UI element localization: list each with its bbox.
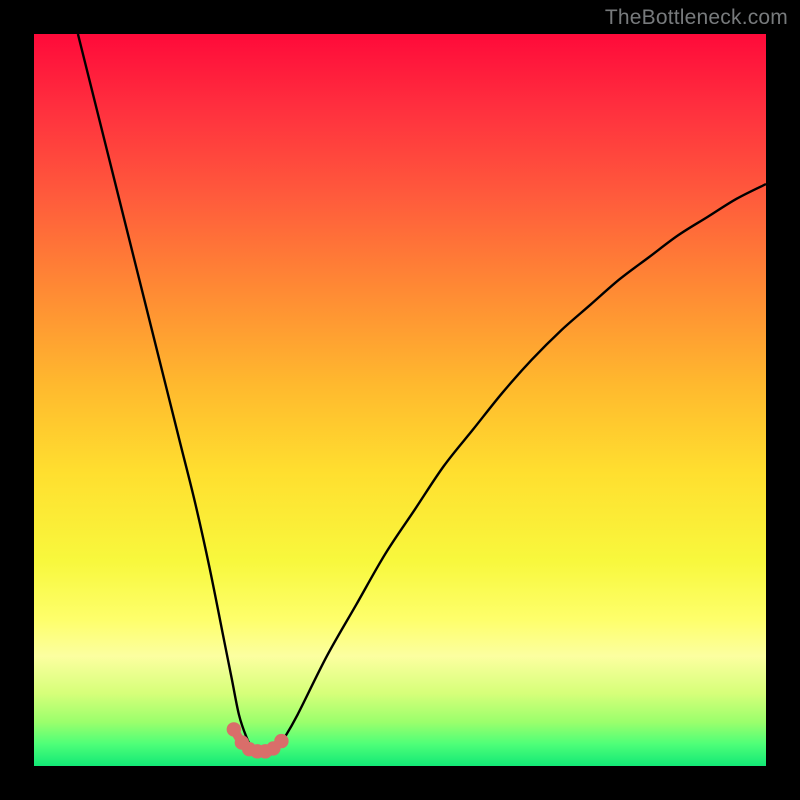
marker-dot bbox=[274, 734, 288, 748]
chart-frame: TheBottleneck.com bbox=[0, 0, 800, 800]
watermark-text: TheBottleneck.com bbox=[605, 6, 788, 30]
marker-dot bbox=[227, 722, 241, 736]
bottleneck-curve bbox=[34, 34, 766, 766]
plot-area bbox=[34, 34, 766, 766]
